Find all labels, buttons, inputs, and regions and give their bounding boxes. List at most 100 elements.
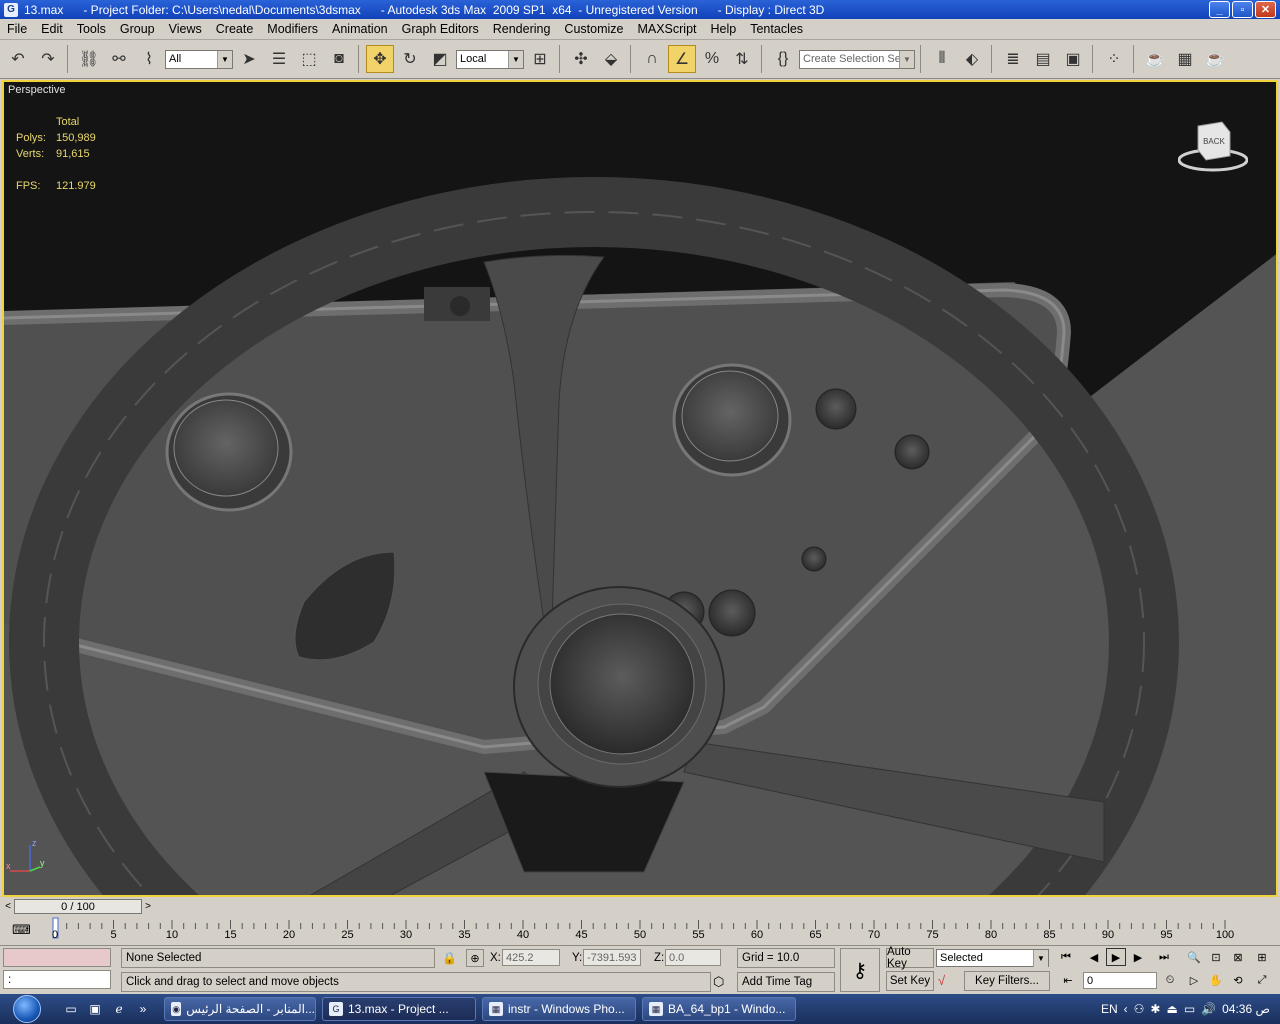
angle-snap-icon[interactable]: ∠ xyxy=(668,45,696,73)
perspective-viewport[interactable]: Perspective Total Polys: 150,989 Verts: 91… xyxy=(2,80,1278,897)
viewcube[interactable]: BACK xyxy=(1178,118,1248,178)
task-photo-viewer-2[interactable]: ▦ BA_64_bp1 - Windo... xyxy=(642,997,796,1021)
select-by-name-icon[interactable]: ☰ xyxy=(265,45,293,73)
set-key-icon[interactable]: ⚷ xyxy=(840,948,880,992)
clock[interactable]: 04:36 ص xyxy=(1222,1002,1270,1016)
rectangular-region-icon[interactable]: ⬚ xyxy=(295,45,323,73)
zoom-all-icon[interactable]: ⊡ xyxy=(1206,948,1226,966)
minimize-button[interactable]: _ xyxy=(1209,1,1230,18)
task-3dsmax[interactable]: G 13.max - Project ... xyxy=(322,997,476,1021)
x-coordinate-field[interactable]: 425.2 xyxy=(502,949,560,966)
selection-filter-select[interactable]: All ▼ xyxy=(165,49,233,69)
absolute-mode-transform-icon[interactable]: ⊕ xyxy=(466,949,484,967)
window-crossing-icon[interactable]: ◙ xyxy=(325,45,353,73)
maxscript-listener-pink[interactable] xyxy=(3,948,111,967)
network-icon[interactable]: ⚇ xyxy=(1134,1002,1145,1016)
maxscript-mini-listener[interactable]: : xyxy=(3,970,111,989)
menu-tentacles[interactable]: Tentacles xyxy=(743,22,810,36)
tray-expand-icon[interactable]: ‹ xyxy=(1124,1002,1128,1016)
select-object-icon[interactable]: ➤ xyxy=(235,45,263,73)
select-manipulate-icon[interactable]: ✣ xyxy=(567,45,595,73)
render-setup-icon[interactable]: ☕ xyxy=(1141,45,1169,73)
show-desktop-icon[interactable]: ▭ xyxy=(62,1000,80,1018)
material-editor-icon[interactable]: ⁘ xyxy=(1100,45,1128,73)
menu-file[interactable]: File xyxy=(0,22,34,36)
select-and-move-icon[interactable]: ✥ xyxy=(366,45,394,73)
menu-animation[interactable]: Animation xyxy=(325,22,395,36)
go-to-end-icon[interactable]: ⏭ xyxy=(1154,948,1174,966)
menu-tools[interactable]: Tools xyxy=(70,22,113,36)
menu-modifiers[interactable]: Modifiers xyxy=(260,22,325,36)
volume-icon[interactable]: 🔊 xyxy=(1201,1002,1216,1016)
schematic-view-icon[interactable]: ▣ xyxy=(1059,45,1087,73)
redo-icon[interactable]: ↷ xyxy=(34,45,62,73)
add-time-tag-button[interactable]: Add Time Tag xyxy=(737,972,835,992)
bluetooth-icon[interactable]: ✱ xyxy=(1150,1002,1160,1016)
3dsmax-app-icon[interactable]: G xyxy=(4,2,18,17)
language-indicator[interactable]: EN xyxy=(1101,1002,1118,1016)
internet-explorer-icon[interactable]: ℯ xyxy=(110,1000,128,1018)
pan-view-icon[interactable]: ✋ xyxy=(1206,971,1226,989)
play-icon[interactable]: ▶ xyxy=(1106,948,1126,966)
menu-help[interactable]: Help xyxy=(704,22,744,36)
key-curve-icon[interactable]: √ xyxy=(938,973,945,988)
snaps-toggle-icon[interactable]: ∩ xyxy=(638,45,666,73)
zoom-extents-all-icon[interactable]: ⊞ xyxy=(1252,948,1272,966)
previous-frame-icon[interactable]: ◀ xyxy=(1084,948,1104,966)
next-frame-icon[interactable]: ▶ xyxy=(1128,948,1148,966)
pivot-center-icon[interactable]: ⊞ xyxy=(526,45,554,73)
menu-rendering[interactable]: Rendering xyxy=(486,22,558,36)
time-tag-icon[interactable]: ⬡ xyxy=(713,974,724,990)
usb-icon[interactable]: ⏏ xyxy=(1166,1002,1177,1016)
menu-create[interactable]: Create xyxy=(209,22,261,36)
select-and-rotate-icon[interactable]: ↻ xyxy=(396,45,424,73)
key-mode-toggle-icon[interactable]: ⇤ xyxy=(1058,971,1078,989)
go-to-start-icon[interactable]: ⏮ xyxy=(1056,948,1076,966)
align-icon[interactable]: ⬖ xyxy=(958,45,986,73)
task-photo-viewer-1[interactable]: ▦ instr - Windows Pho... xyxy=(482,997,636,1021)
switch-windows-icon[interactable]: ▣ xyxy=(86,1000,104,1018)
menu-group[interactable]: Group xyxy=(113,22,162,36)
render-production-icon[interactable]: ☕ xyxy=(1201,45,1229,73)
menu-maxscript[interactable]: MAXScript xyxy=(630,22,703,36)
rendered-frame-window-icon[interactable]: ▦ xyxy=(1171,45,1199,73)
time-configuration-icon[interactable]: ⏲ xyxy=(1160,971,1180,989)
selection-lock-icon[interactable]: 🔒 xyxy=(442,951,457,965)
keyboard-shortcut-override-icon[interactable]: ⬙ xyxy=(597,45,625,73)
zoom-extents-icon[interactable]: ⊠ xyxy=(1228,948,1248,966)
maximize-button[interactable]: ▫ xyxy=(1232,1,1253,18)
spinner-snap-icon[interactable]: ⇅ xyxy=(728,45,756,73)
y-coordinate-field[interactable]: -7391.593 xyxy=(583,949,641,966)
named-selection-set-select[interactable]: Create Selection Set ▼ xyxy=(799,49,915,69)
bind-space-warp-icon[interactable]: ⌇ xyxy=(135,45,163,73)
quick-launch-more-icon[interactable]: » xyxy=(134,1000,152,1018)
edit-named-selection-icon[interactable]: {} xyxy=(769,45,797,73)
display-icon[interactable]: ▭ xyxy=(1184,1002,1195,1016)
viewport-label[interactable]: Perspective xyxy=(8,84,65,96)
select-and-scale-icon[interactable]: ◩ xyxy=(426,45,454,73)
current-frame-field[interactable]: 0 xyxy=(1083,972,1157,989)
close-button[interactable]: ✕ xyxy=(1255,1,1276,18)
task-firefox[interactable]: ◉ المنابر - الصفحة الرئيس... xyxy=(164,997,316,1021)
mirror-icon[interactable]: ⫴ xyxy=(928,45,956,73)
track-bar[interactable]: ⌨ 0 5 10 15 20 25 30 35 40 45 50 55 60 65 70 75 80 85 90 95… xyxy=(0,916,1280,946)
time-slider-next-icon[interactable]: > xyxy=(142,899,154,914)
time-slider[interactable]: < 0 / 100 > xyxy=(0,898,1280,916)
zoom-icon[interactable]: 🔍 xyxy=(1184,948,1204,966)
menu-customize[interactable]: Customize xyxy=(557,22,630,36)
set-key-button[interactable]: Set Key xyxy=(886,971,934,991)
time-slider-thumb[interactable]: 0 / 100 xyxy=(14,899,142,914)
curve-editor-icon[interactable]: ▤ xyxy=(1029,45,1057,73)
key-filters-button[interactable]: Key Filters... xyxy=(964,971,1050,991)
menu-edit[interactable]: Edit xyxy=(34,22,70,36)
menu-views[interactable]: Views xyxy=(162,22,209,36)
percent-snap-icon[interactable]: % xyxy=(698,45,726,73)
layer-manager-icon[interactable]: ≣ xyxy=(999,45,1027,73)
unlink-icon[interactable]: ⚯ xyxy=(105,45,133,73)
link-icon[interactable]: ⛓ xyxy=(75,45,103,73)
reference-coordinate-select[interactable]: Local ▼ xyxy=(456,49,524,69)
auto-key-button[interactable]: Auto Key xyxy=(886,946,934,970)
maximize-viewport-icon[interactable]: ⤢ xyxy=(1252,971,1272,989)
orbit-icon[interactable]: ⟲ xyxy=(1228,971,1248,989)
z-coordinate-field[interactable]: 0.0 xyxy=(665,949,721,966)
